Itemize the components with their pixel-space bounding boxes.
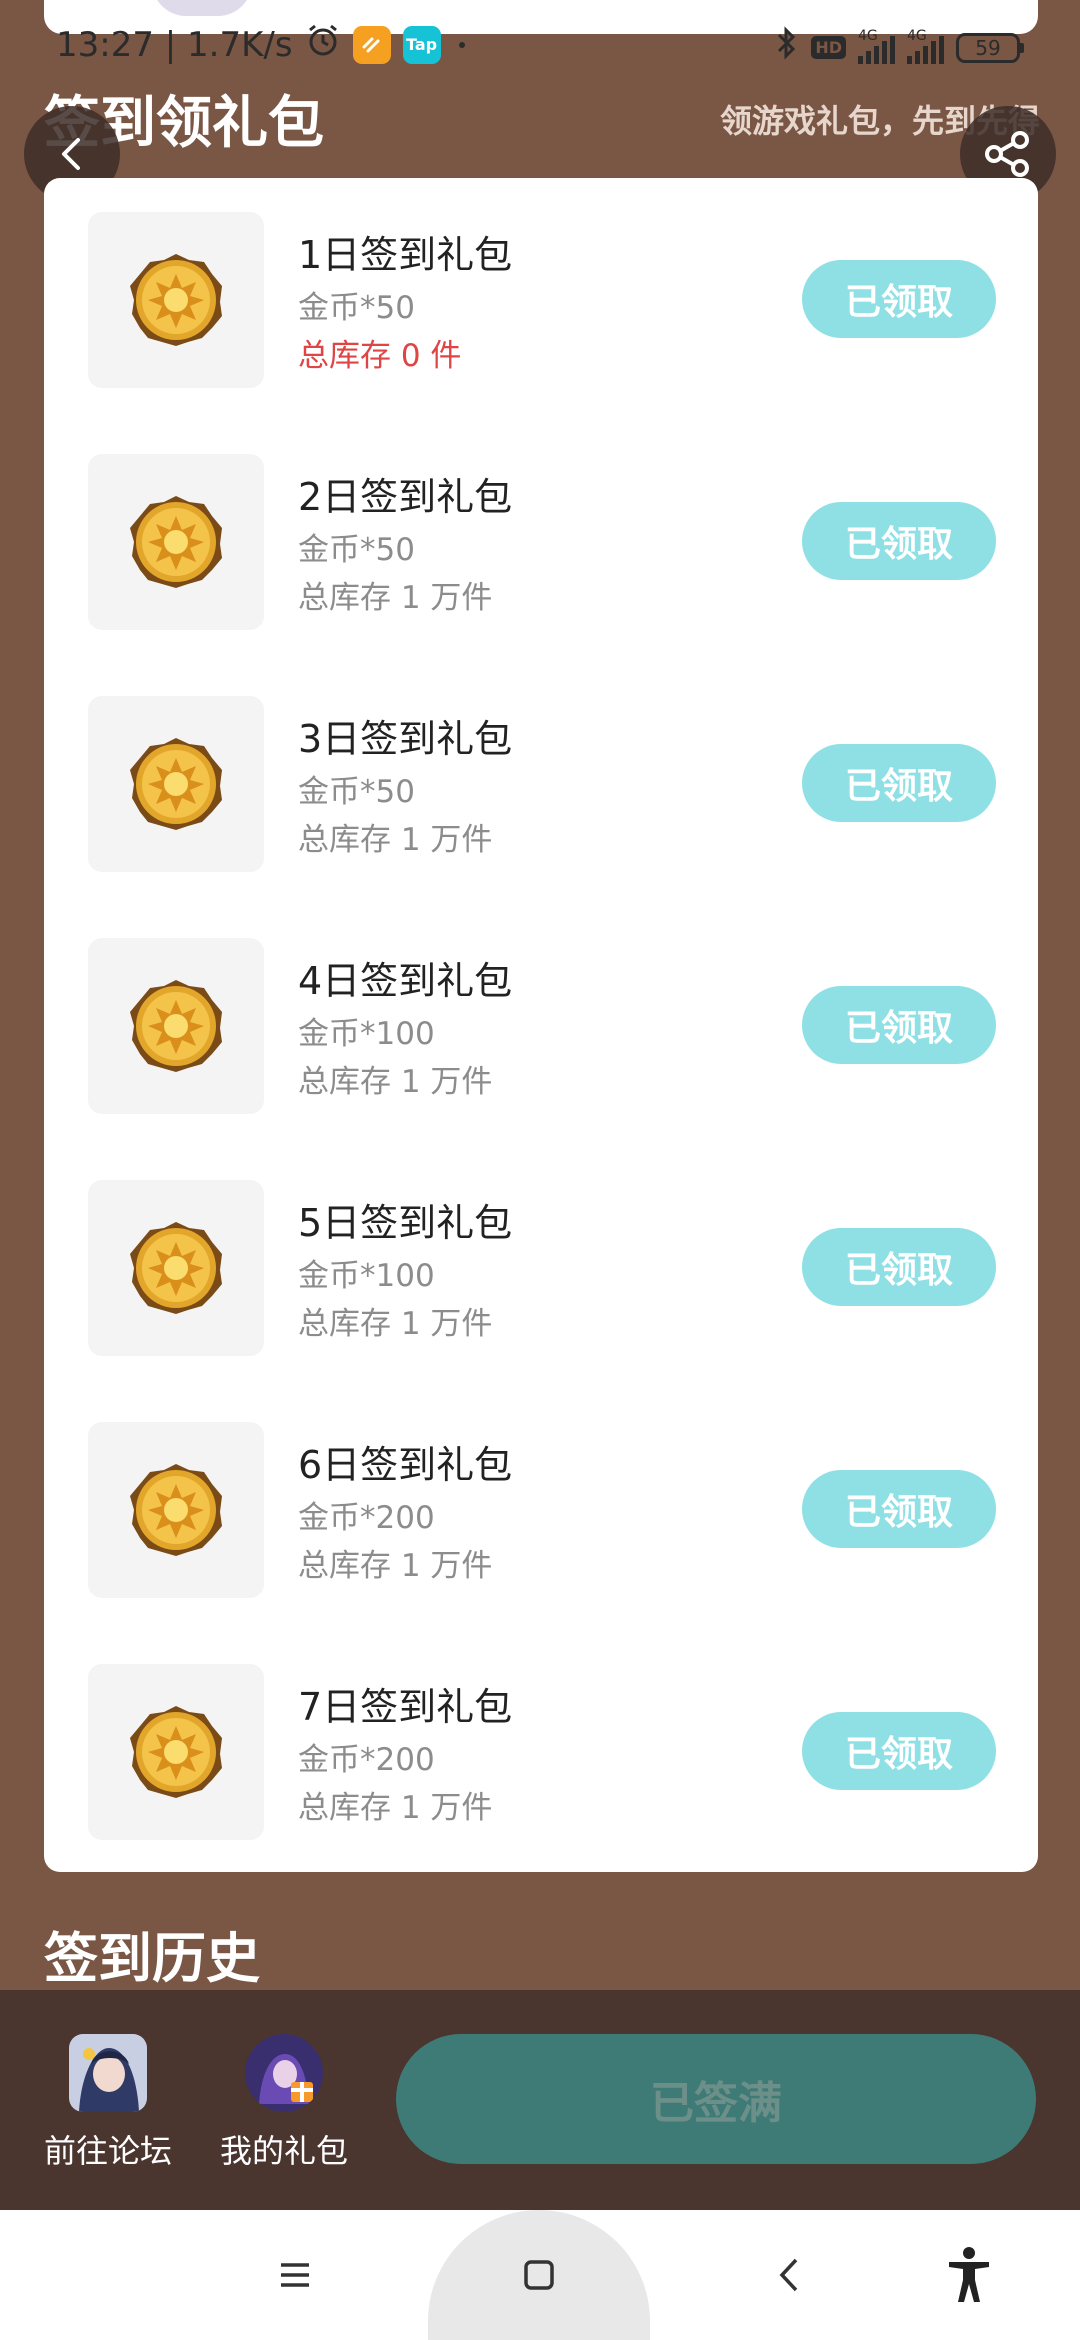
gift-title: 6日签到礼包 (298, 1443, 513, 1487)
gold-coin-icon (130, 738, 222, 830)
gold-coin-icon (130, 254, 222, 346)
claimed-button[interactable]: 已领取 (802, 744, 996, 822)
chevron-left-icon (62, 138, 80, 170)
gift-reward: 金币*100 (298, 1016, 435, 1052)
back-arrow-icon (779, 2258, 798, 2292)
gift-row-day-1: 1日签到礼包 金币*50 总库存 0 件 已领取 (44, 178, 1038, 388)
gift-row-day-4: 4日签到礼包 金币*100 总库存 1 万件 已领取 (44, 904, 1038, 1114)
accessibility-button[interactable] (924, 2210, 1014, 2340)
menu-button[interactable] (250, 2210, 340, 2340)
gift-thumbnail (88, 1422, 264, 1598)
gift-reward: 金币*100 (298, 1258, 435, 1294)
system-nav-bar (0, 2210, 1080, 2340)
menu-icon (281, 2263, 309, 2287)
claimed-button[interactable]: 已领取 (802, 1712, 996, 1790)
bottom-action-bar: 前往论坛 我的礼包 已签满 (0, 1990, 1080, 2210)
gold-coin-icon (130, 1706, 222, 1798)
more-notifications-dot (458, 41, 465, 48)
alarm-icon (305, 22, 341, 67)
gift-row-day-6: 6日签到礼包 金币*200 总库存 1 万件 已领取 (44, 1388, 1038, 1598)
history-section-title: 签到历史 (44, 1927, 260, 1990)
gift-title: 2日签到礼包 (298, 475, 513, 519)
gold-coin-icon (130, 496, 222, 588)
battery-icon: 59 (956, 32, 1024, 63)
accessibility-icon (949, 2247, 989, 2302)
hd-badge: HD (811, 36, 846, 59)
gift-stock: 总库存 1 万件 (298, 1306, 493, 1342)
gift-thumbnail (88, 1664, 264, 1840)
claimed-button[interactable]: 已领取 (802, 502, 996, 580)
claimed-button[interactable]: 已领取 (802, 1228, 996, 1306)
tap-app-icon: Tap (402, 25, 441, 64)
gift-row-day-5: 5日签到礼包 金币*100 总库存 1 万件 已领取 (44, 1146, 1038, 1356)
claimed-button[interactable]: 已领取 (802, 260, 996, 338)
gift-title: 7日签到礼包 (298, 1685, 513, 1729)
my-gifts-link[interactable]: 我的礼包 (220, 2034, 348, 2172)
square-home-icon (524, 2260, 554, 2290)
my-gifts-label: 我的礼包 (220, 2132, 349, 2170)
gift-thumbnail (88, 454, 264, 630)
forum-avatar-icon (69, 2034, 147, 2112)
gold-coin-icon (130, 1464, 222, 1556)
gift-reward: 金币*200 (298, 1500, 435, 1536)
gold-coin-icon (130, 1222, 222, 1314)
status-time: 13:27 | 1.7K/s (56, 24, 293, 65)
top-avatar-fragment (152, 0, 252, 16)
claimed-button[interactable]: 已领取 (802, 986, 996, 1064)
status-bar: 13:27 | 1.7K/s Tap HD 4G 4G 59 (0, 22, 1080, 74)
gold-coin-icon (130, 980, 222, 1072)
gift-reward: 金币*50 (298, 774, 415, 810)
my-gifts-avatar-icon (245, 2034, 323, 2112)
share-icon (985, 131, 1029, 177)
gift-reward: 金币*50 (298, 532, 415, 568)
gift-title: 5日签到礼包 (298, 1201, 513, 1245)
gift-stock: 总库存 1 万件 (298, 822, 493, 858)
gift-title: 3日签到礼包 (298, 717, 513, 761)
home-button[interactable] (494, 2210, 584, 2340)
bluetooth-icon (775, 26, 799, 69)
forum-link[interactable]: 前往论坛 (44, 2034, 172, 2172)
gift-reward: 金币*200 (298, 1742, 435, 1778)
system-back-button[interactable] (744, 2210, 834, 2340)
signal-icon-2: 4G (907, 28, 944, 64)
gift-reward: 金币*50 (298, 290, 415, 326)
gift-stock: 总库存 1 万件 (298, 580, 493, 616)
gift-thumbnail (88, 1180, 264, 1356)
gift-row-day-2: 2日签到礼包 金币*50 总库存 1 万件 已领取 (44, 420, 1038, 630)
gift-title: 4日签到礼包 (298, 959, 513, 1003)
gift-row-day-7: 7日签到礼包 金币*200 总库存 1 万件 已领取 (44, 1630, 1038, 1840)
gift-stock: 总库存 1 万件 (298, 1548, 493, 1584)
gift-thumbnail (88, 696, 264, 872)
gift-stock: 总库存 1 万件 (298, 1064, 493, 1100)
gift-thumbnail (88, 212, 264, 388)
gift-row-day-3: 3日签到礼包 金币*50 总库存 1 万件 已领取 (44, 662, 1038, 872)
gift-title: 1日签到礼包 (298, 233, 513, 277)
gift-stock: 总库存 0 件 (298, 338, 462, 374)
forum-link-label: 前往论坛 (44, 2132, 173, 2170)
gift-thumbnail (88, 938, 264, 1114)
sign-in-full-button[interactable]: 已签满 (396, 2034, 1036, 2164)
signal-icon-1: 4G (858, 28, 895, 64)
app-notification-icon (352, 25, 391, 64)
gift-stock: 总库存 1 万件 (298, 1790, 493, 1826)
claimed-button[interactable]: 已领取 (802, 1470, 996, 1548)
gift-list-card: 1日签到礼包 金币*50 总库存 0 件 已领取 2日签到礼包 金币*50 总库… (44, 178, 1038, 1872)
